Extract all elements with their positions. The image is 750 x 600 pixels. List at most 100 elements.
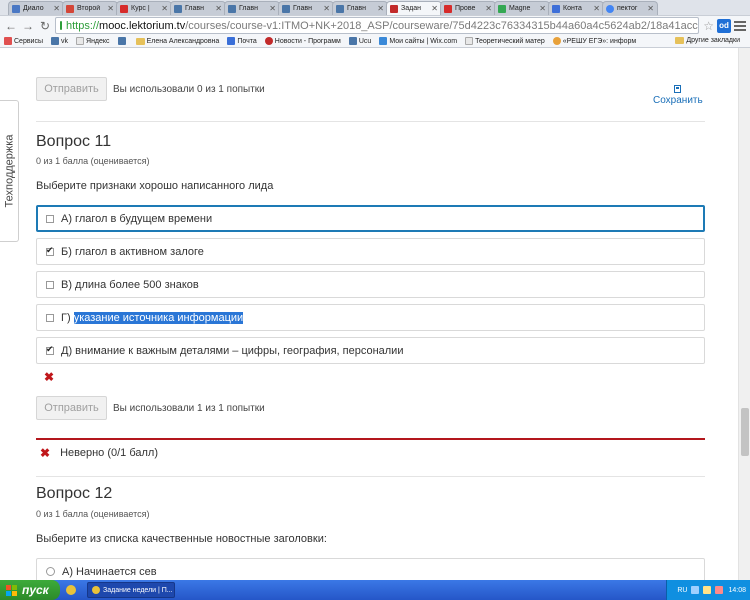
close-icon[interactable]: ✕ [485, 4, 492, 13]
security-icon[interactable] [715, 586, 724, 594]
save-button[interactable]: Сохранить [653, 85, 703, 106]
bookmark-label: Сервисы [14, 37, 44, 45]
bookmark-item[interactable]: vk [51, 37, 68, 45]
start-button[interactable]: пуск [0, 580, 60, 600]
radio-button[interactable] [46, 567, 55, 576]
network-icon[interactable] [691, 586, 700, 594]
menu-icon[interactable] [734, 19, 746, 33]
answer-option[interactable]: Г) указание источника информации [36, 304, 705, 331]
bookmark-item[interactable]: Новости - Программ [264, 37, 341, 45]
bookmark-folder[interactable]: Елена Александровна [135, 37, 220, 45]
browser-tab[interactable]: Прове ✕ [440, 1, 496, 15]
close-icon[interactable]: ✕ [161, 4, 168, 13]
browser-tab[interactable]: Magne ✕ [494, 1, 550, 15]
checkbox[interactable] [46, 313, 54, 322]
feedback-text: Неверно (0/1 балл) [60, 447, 159, 459]
browser-tab[interactable]: Курс | ✕ [116, 1, 172, 15]
volume-icon[interactable] [703, 586, 712, 594]
bookmark-item[interactable]: Мои сайты | Wix.com [379, 37, 457, 45]
bookmark-item[interactable]: Ucu [348, 37, 372, 45]
page-scrollbar[interactable] [738, 48, 750, 580]
tab-label: Диало [23, 5, 44, 12]
close-icon[interactable]: ✕ [107, 4, 114, 13]
answer-option[interactable]: Б) глагол в активном залоге [36, 238, 705, 265]
answer-option[interactable]: В) длина более 500 знаков [36, 271, 705, 298]
submit-button[interactable]: Отправить [36, 77, 107, 101]
youtube-icon [120, 4, 128, 13]
browser-tab[interactable]: Главн ✕ [278, 1, 334, 15]
bookmark-item[interactable]: Теоретический матер [465, 37, 545, 45]
browser-tab[interactable]: Диало ✕ [8, 1, 64, 15]
forward-icon[interactable]: → [21, 19, 35, 33]
browser-tab[interactable]: пектог ✕ [602, 1, 658, 15]
close-icon[interactable]: ✕ [377, 4, 384, 13]
option-label: Д) внимание к важным деталями – цифры, г… [61, 344, 404, 357]
chrome-icon[interactable] [66, 585, 76, 595]
tab-label: пектог [617, 5, 638, 12]
extension-icon[interactable]: od [717, 18, 731, 33]
checkbox[interactable] [46, 214, 54, 223]
separator [36, 121, 705, 122]
bookmark-item[interactable]: «РЕШУ ЕГЭ»: информ [552, 37, 636, 45]
start-label: пуск [22, 583, 49, 597]
bookmark-item[interactable]: Почта [227, 37, 257, 45]
bookmark-item[interactable]: Сервисы [4, 37, 43, 45]
browser-tab[interactable]: Главн ✕ [224, 1, 280, 15]
support-tab[interactable]: Техподдержка [0, 100, 19, 242]
bookmark-star-icon[interactable]: ☆ [703, 19, 714, 33]
reshu-icon [552, 37, 561, 45]
tab-label: Главн [185, 5, 204, 12]
answer-option[interactable]: А) Начинается сев [36, 558, 705, 580]
question-points: 0 из 1 балла (оценивается) [36, 509, 150, 519]
attempts-text: Вы использовали 0 из 1 попытки [113, 83, 265, 95]
other-bookmarks-label: Другие закладки [686, 37, 740, 44]
browser-tab-active[interactable]: Задан ✕ [386, 1, 442, 15]
bookmark-label: Ucu [358, 37, 372, 45]
checkbox-checked[interactable] [46, 344, 54, 355]
browser-tab[interactable]: Конта ✕ [548, 1, 604, 15]
scrollbar-thumb[interactable] [741, 408, 749, 456]
bookmark-label: Елена Александровна [146, 37, 220, 45]
tab-label: Magne [509, 5, 531, 12]
browser-tab[interactable]: Главн ✕ [170, 1, 226, 15]
incorrect-icon: ✖ [40, 446, 51, 460]
close-icon[interactable]: ✕ [593, 4, 600, 13]
bookmark-item[interactable] [117, 37, 128, 45]
submit-button[interactable]: Отправить [36, 396, 107, 420]
folder-icon [675, 37, 685, 44]
close-icon[interactable]: ✕ [431, 4, 438, 13]
question-points: 0 из 1 балла (оценивается) [36, 156, 150, 166]
taskbar-window-label: Задание недели | П... [103, 586, 173, 594]
tab-label: Главн [239, 5, 258, 12]
page-content: Техподдержка Отправить Вы использовали 0… [0, 48, 750, 580]
chrome-icon [92, 586, 100, 594]
tab-label: Курс | [131, 5, 150, 12]
close-icon[interactable]: ✕ [323, 4, 330, 13]
youtube-icon [444, 4, 452, 13]
bookmark-item[interactable]: Яндекс [76, 37, 110, 45]
browser-toolbar: ← → ↻ https://mooc.lektorium.tv/courses/… [0, 16, 750, 35]
language-indicator[interactable]: RU [677, 587, 687, 594]
answer-option[interactable]: Д) внимание к важным деталями – цифры, г… [36, 337, 705, 364]
answer-option[interactable]: А) глагол в будущем времени [36, 205, 705, 232]
tab-label: Второй [77, 5, 101, 12]
back-icon[interactable]: ← [4, 19, 18, 33]
url-scheme: https:// [66, 19, 100, 32]
quick-launch [66, 585, 79, 595]
other-bookmarks[interactable]: Другие закладки [675, 37, 740, 44]
close-icon[interactable]: ✕ [53, 4, 60, 13]
vk-icon [336, 4, 344, 13]
close-icon[interactable]: ✕ [269, 4, 276, 13]
checkbox-checked[interactable] [46, 245, 54, 256]
close-icon[interactable]: ✕ [539, 4, 546, 13]
checkbox[interactable] [46, 280, 54, 289]
reload-icon[interactable]: ↻ [38, 19, 52, 33]
taskbar-window[interactable]: Задание недели | П... [87, 582, 175, 598]
close-icon[interactable]: ✕ [647, 4, 654, 13]
bookmark-label: Новости - Программ [274, 37, 341, 45]
bookmarks-bar: Сервисы vk Яндекс Елена Александровна По… [0, 35, 750, 48]
close-icon[interactable]: ✕ [215, 4, 222, 13]
address-bar[interactable]: https://mooc.lektorium.tv/courses/course… [55, 17, 700, 34]
browser-tab[interactable]: Главн ✕ [332, 1, 388, 15]
browser-tab[interactable]: Второй ✕ [62, 1, 118, 15]
